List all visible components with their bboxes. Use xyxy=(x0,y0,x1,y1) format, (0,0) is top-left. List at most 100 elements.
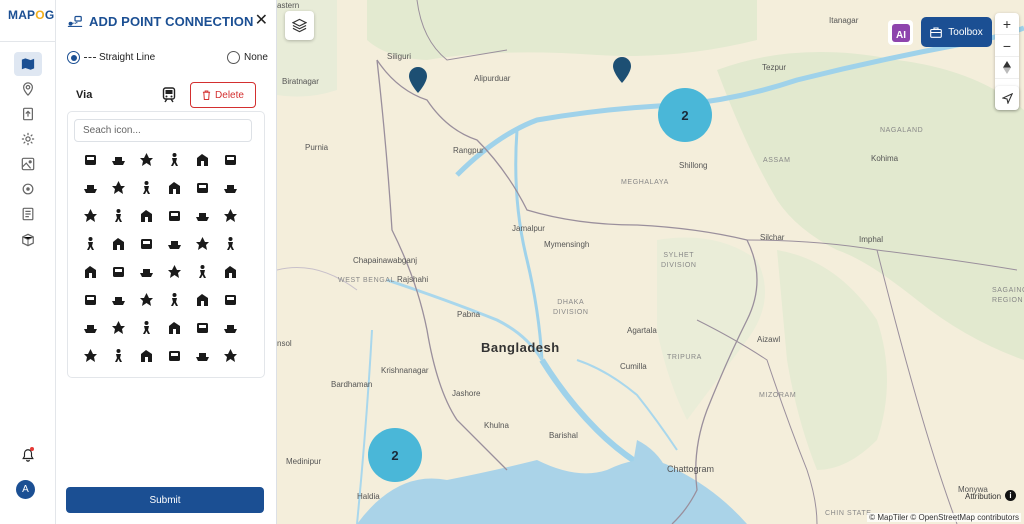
coffee-cup-icon[interactable] xyxy=(221,150,239,168)
left-rail: MAPOG A xyxy=(0,0,56,524)
map-view[interactable]: astern Siliguri Itanagar Biratnagar Alip… xyxy=(277,0,1024,524)
car-icon[interactable] xyxy=(193,234,211,252)
map-label-alipurduar: Alipurduar xyxy=(474,74,511,83)
add-point-connection-panel: ADD POINT CONNECTION ✕ Straight Line Non… xyxy=(56,0,277,524)
taxi-icon[interactable] xyxy=(221,206,239,224)
map-label-kohima: Kohima xyxy=(871,154,899,163)
camel-icon[interactable] xyxy=(193,346,211,364)
swimmer-icon[interactable] xyxy=(81,178,99,196)
compass-icon[interactable] xyxy=(995,57,1019,79)
tram-icon[interactable] xyxy=(137,206,155,224)
sailboat-icon[interactable] xyxy=(221,346,239,364)
map-attribution[interactable]: © MapTiler © OpenStreetMap contributors xyxy=(867,513,1021,522)
keyboard-icon[interactable] xyxy=(137,318,155,336)
locate-button[interactable] xyxy=(995,86,1019,110)
map-label-bardhaman: Bardhaman xyxy=(331,380,373,389)
none-radio[interactable] xyxy=(227,51,240,64)
toolbox-icon xyxy=(930,26,943,38)
ticket-icon[interactable] xyxy=(109,346,127,364)
tooth-icon[interactable] xyxy=(109,318,127,336)
metro-icon[interactable] xyxy=(165,346,183,364)
trash-icon xyxy=(202,90,211,100)
map-label-tripura: TRIPURA xyxy=(667,354,702,361)
lighthouse-icon[interactable] xyxy=(137,262,155,280)
factory-icon[interactable] xyxy=(165,150,183,168)
location-pin-icon[interactable] xyxy=(14,77,42,101)
office-icon[interactable] xyxy=(221,262,239,280)
attribution-label[interactable]: Attribution xyxy=(965,492,1001,501)
cube-map-icon[interactable] xyxy=(14,228,42,252)
panel-title: ADD POINT CONNECTION xyxy=(89,13,254,29)
kayak-icon[interactable] xyxy=(221,290,239,308)
layers-button[interactable] xyxy=(285,11,314,40)
marker-cluster[interactable]: 2 xyxy=(658,88,712,142)
train-icon[interactable] xyxy=(162,87,176,103)
mapog-logo[interactable]: MAPOG xyxy=(8,8,54,22)
map-label-khulna: Khulna xyxy=(484,421,509,430)
ship-icon[interactable] xyxy=(109,206,127,224)
marker-cluster[interactable]: 2 xyxy=(368,428,422,482)
straight-line-radio[interactable] xyxy=(67,51,80,64)
scooter-icon[interactable] xyxy=(165,206,183,224)
map-label-chin-state: CHIN STATE xyxy=(825,510,872,517)
hospital-icon[interactable] xyxy=(221,318,239,336)
airplane-icon[interactable] xyxy=(193,178,211,196)
via-row: Via Delete xyxy=(76,82,256,108)
gear-icon[interactable] xyxy=(14,127,42,151)
airport-icon[interactable] xyxy=(221,234,239,252)
avatar[interactable]: A xyxy=(16,480,35,499)
delete-button[interactable]: Delete xyxy=(190,82,256,108)
bell-icon[interactable] xyxy=(14,443,42,467)
fuel-station-icon[interactable] xyxy=(137,290,155,308)
om-symbol-icon[interactable] xyxy=(109,178,127,196)
dumbbell-icon[interactable] xyxy=(81,290,99,308)
map-label-rangpur: Rangpur xyxy=(453,146,484,155)
map-marker-pin[interactable] xyxy=(612,56,632,84)
hiking-icon[interactable] xyxy=(81,346,99,364)
toolbox-button[interactable]: Toolbox xyxy=(921,17,992,47)
truck-icon[interactable] xyxy=(137,150,155,168)
upload-icon[interactable] xyxy=(14,102,42,126)
paw-icon[interactable] xyxy=(193,318,211,336)
temple-icon[interactable] xyxy=(137,178,155,196)
subway-icon[interactable] xyxy=(165,234,183,252)
report-icon[interactable] xyxy=(14,202,42,226)
guard-icon[interactable] xyxy=(81,234,99,252)
cable-car-icon[interactable] xyxy=(165,318,183,336)
settings-cog-icon[interactable] xyxy=(14,177,42,201)
building-icon[interactable] xyxy=(109,150,127,168)
close-icon[interactable]: ✕ xyxy=(255,10,268,30)
map-label-siliguri: Siliguri xyxy=(387,52,412,61)
none-option[interactable]: None xyxy=(227,51,268,64)
school-icon[interactable] xyxy=(221,178,239,196)
straight-line-option[interactable]: Straight Line xyxy=(67,51,155,64)
burger-icon[interactable] xyxy=(165,290,183,308)
boat-icon[interactable] xyxy=(109,262,127,280)
bus-icon[interactable] xyxy=(165,178,183,196)
map-icon[interactable] xyxy=(14,52,42,76)
icon-search-input[interactable] xyxy=(74,119,252,142)
map-label-meghalaya: MEGHALAYA xyxy=(621,179,669,186)
map-label-jamalpur: Jamalpur xyxy=(512,224,545,233)
zoom-out-button[interactable]: − xyxy=(995,35,1019,57)
ai-text: AI xyxy=(896,30,906,41)
layers-map-icon[interactable] xyxy=(14,152,42,176)
submit-button[interactable]: Submit xyxy=(66,487,264,513)
bridge-icon[interactable] xyxy=(81,206,99,224)
wine-glass-icon[interactable] xyxy=(81,318,99,336)
helicopter-icon[interactable] xyxy=(137,234,155,252)
campsite-icon[interactable] xyxy=(193,206,211,224)
bus-stop-icon[interactable] xyxy=(193,262,211,280)
windmill-icon[interactable] xyxy=(165,262,183,280)
train-icon[interactable] xyxy=(81,262,99,280)
info-icon[interactable]: i xyxy=(1005,490,1016,501)
walking-person-icon[interactable] xyxy=(81,150,99,168)
ferry-icon[interactable] xyxy=(109,234,127,252)
zoom-in-button[interactable]: + xyxy=(995,13,1019,35)
shopping-cart-icon[interactable] xyxy=(193,150,211,168)
swimming-icon[interactable] xyxy=(109,290,127,308)
bullet-train-icon[interactable] xyxy=(193,290,211,308)
ai-assistant-button[interactable]: AI xyxy=(888,20,913,45)
map-marker-pin[interactable] xyxy=(408,66,428,94)
tennis-icon[interactable] xyxy=(137,346,155,364)
